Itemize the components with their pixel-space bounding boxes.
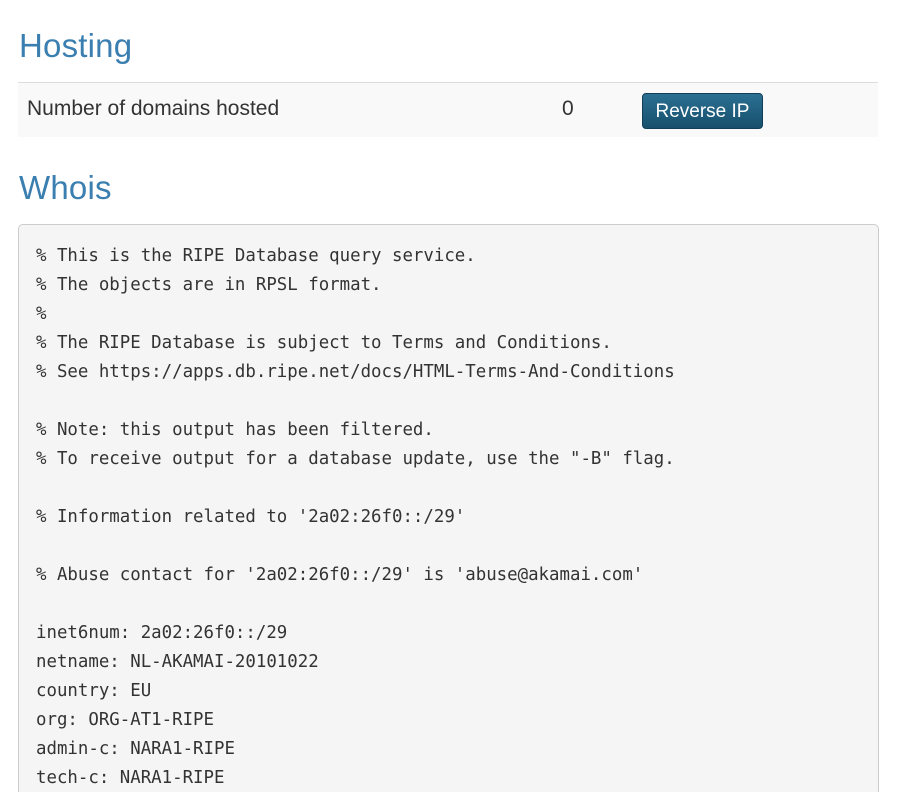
hosting-heading: Hosting [19,27,133,64]
domains-hosted-count: 0 [562,97,574,120]
domains-hosted-label: Number of domains hosted [27,97,280,120]
whois-line: tech-c: NARA1-RIPE [36,768,225,788]
whois-line: % Information related to '2a02:26f0::/29… [36,507,466,527]
whois-line [36,474,675,503]
whois-line: admin-c: NARA1-RIPE [36,739,235,759]
whois-line [36,387,675,416]
reverse-ip-button[interactable]: Reverse IP [642,93,763,129]
whois-line: % See https://apps.db.ripe.net/docs/HTML… [36,362,675,382]
whois-line: % Note: this output has been filtered. [36,420,434,440]
whois-line: country: EU [36,681,152,701]
whois-line [36,590,675,619]
whois-output-box: % This is the RIPE Database query servic… [18,224,879,792]
whois-line: % The RIPE Database is subject to Terms … [36,333,612,353]
hosting-table-row: Number of domains hosted 0 Reverse IP [18,82,878,137]
whois-heading: Whois [19,169,112,206]
whois-line [36,532,675,561]
whois-line: % Abuse contact for '2a02:26f0::/29' is … [36,565,644,585]
whois-line: inet6num: 2a02:26f0::/29 [36,623,288,643]
whois-line: % To receive output for a database updat… [36,449,675,469]
whois-line: org: ORG-AT1-RIPE [36,710,214,730]
whois-line: netname: NL-AKAMAI-20101022 [36,652,319,672]
whois-line: % [36,304,47,324]
whois-output-lines: % This is the RIPE Database query servic… [36,242,675,792]
whois-line: % The objects are in RPSL format. [36,275,382,295]
whois-line: % This is the RIPE Database query servic… [36,246,476,266]
